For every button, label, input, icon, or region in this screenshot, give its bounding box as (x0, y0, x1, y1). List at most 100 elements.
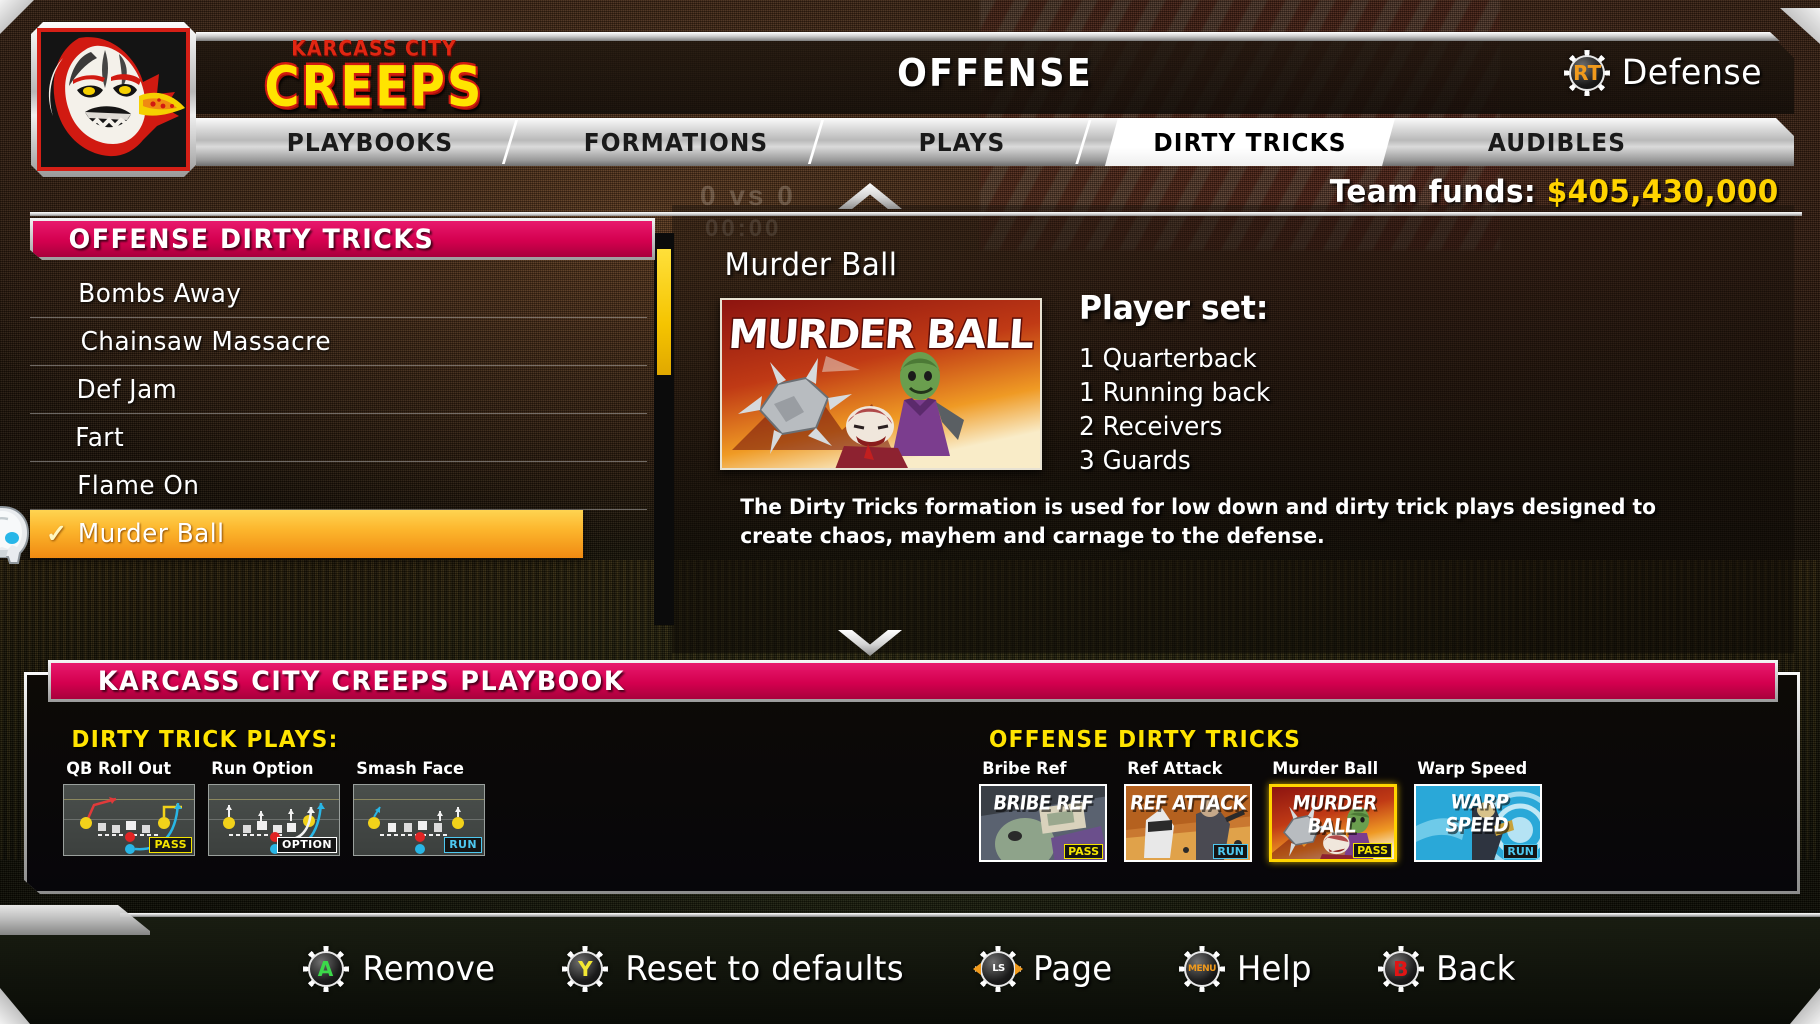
rt-glyph: RT (1573, 61, 1602, 85)
creep-clown-icon (39, 30, 189, 170)
bottom-action-bar: A Remove Y Reset to defaults LS Page MEN… (0, 905, 1820, 1024)
action-back[interactable]: B Back (1377, 946, 1518, 992)
team-funds: Team funds: $405,430,000 (1329, 174, 1778, 210)
list-item-label: Def Jam (76, 374, 178, 405)
trick-thumb-murder-ball[interactable]: MURDER BALL PASS (1269, 784, 1397, 862)
ls-glyph: LS (992, 963, 1005, 974)
trick-item-murder-ball[interactable]: Murder Ball MURDER BALL PASS (1269, 759, 1397, 862)
play-diagram-qb-roll-out[interactable]: PASS (63, 784, 195, 856)
team-logo-frame (37, 28, 190, 171)
scroll-down-chevron-icon[interactable] (838, 630, 902, 656)
player-set-list: 1 Quarterback 1 Running back 2 Receivers… (1074, 344, 1275, 481)
detail-scrollbar[interactable] (654, 233, 674, 625)
y-glyph: Y (578, 957, 593, 981)
list-item-label: Flame On (77, 470, 200, 501)
trick-item-label: Warp Speed (1417, 759, 1528, 779)
checkmark-icon: ✓ (46, 520, 67, 548)
trick-thumb-title: MURDER BALL (1291, 791, 1378, 839)
play-item-smash-face[interactable]: Smash Face RUN (353, 759, 485, 856)
playbook-panel: DIRTY TRICK PLAYS: QB Roll Out PASS Run … (24, 660, 1800, 894)
tab-plays[interactable]: PLAYS (841, 118, 1092, 166)
player-set-item: 3 Guards (1079, 445, 1191, 476)
play-item-label: Smash Face (356, 759, 464, 779)
list-item-chainsaw-massacre[interactable]: Chainsaw Massacre (30, 318, 647, 366)
action-remove[interactable]: A Remove (302, 946, 499, 992)
action-reset-to-defaults[interactable]: Y Reset to defaults (562, 946, 911, 992)
svg-text:MURDER BALL: MURDER BALL (727, 312, 1035, 358)
play-diagram-smash-face[interactable]: RUN (353, 784, 485, 856)
bottom-bar-top-rule (120, 913, 1820, 917)
tab-formations[interactable]: FORMATIONS (537, 118, 825, 166)
play-diagram-run-option[interactable]: OPTION (208, 784, 340, 856)
list-item-label: Chainsaw Massacre (80, 326, 331, 357)
tab-playbooks-label: PLAYBOOKS (286, 127, 454, 157)
tab-audibles[interactable]: AUDIBLES (1422, 118, 1692, 166)
left-panel-title: OFFENSE DIRTY TRICKS (68, 223, 435, 255)
menu-glyph: MENU (1188, 963, 1216, 974)
list-item-def-jam[interactable]: Def Jam (30, 366, 647, 414)
action-list: A Remove Y Reset to defaults LS Page MEN… (0, 933, 1820, 1005)
play-tag: OPTION (277, 837, 337, 853)
list-item-label: Fart (75, 422, 125, 453)
play-item-run-option[interactable]: Run Option OPTION (208, 759, 340, 856)
trick-item-ref-attack[interactable]: Ref Attack REF ATTACK RUN (1124, 759, 1252, 862)
list-item-label: Bombs Away (78, 278, 242, 309)
defense-label: Defense (1621, 53, 1763, 93)
list-item-murder-ball[interactable]: ✓ Murder Ball (30, 510, 583, 558)
list-item-flame-on[interactable]: Flame On (30, 462, 647, 510)
action-help-label: Help (1236, 949, 1312, 989)
trick-thumb-tag: PASS (1064, 844, 1103, 859)
list-item-label: Murder Ball (77, 519, 225, 549)
ls-stick-icon: LS (973, 946, 1024, 992)
trick-thumb-tag: PASS (1353, 843, 1392, 858)
trick-thumb-title: WARP SPEED (1443, 790, 1510, 838)
offense-dirty-tricks-panel: OFFENSE DIRTY TRICKS Bombs Away Chainsaw… (30, 218, 655, 558)
trick-item-label: Murder Ball (1272, 759, 1379, 779)
play-tag: RUN (444, 837, 482, 853)
play-tag: PASS (149, 837, 192, 853)
trick-thumb-bribe-ref[interactable]: BRIBE REF PASS (979, 784, 1107, 862)
detail-description: The Dirty Tricks formation is used for l… (740, 495, 1656, 548)
playbook-title-bar: KARCASS CITY CREEPS PLAYBOOK (48, 660, 1778, 702)
team-funds-amount: $405,430,000 (1546, 174, 1779, 210)
murder-ball-artwork: MURDER BALL MURDER BALL (720, 298, 1042, 470)
action-reset-label: Reset to defaults (625, 949, 905, 989)
header-divider-rule (30, 212, 1802, 216)
play-item-label: Run Option (211, 759, 314, 779)
trick-thumb-tag: RUN (1503, 844, 1538, 859)
tab-plays-label: PLAYS (918, 127, 1006, 157)
action-page-label: Page (1033, 949, 1113, 989)
a-button-icon: A (302, 946, 349, 992)
menu-button-icon: MENU (1179, 946, 1225, 992)
trick-thumb-ref-attack[interactable]: REF ATTACK RUN (1124, 784, 1252, 862)
action-page[interactable]: LS Page (973, 946, 1115, 992)
team-funds-label: Team funds: (1329, 174, 1536, 210)
ls-right-arrow-icon (1015, 963, 1024, 975)
defense-switch-button[interactable]: RT Defense (1564, 50, 1766, 96)
player-set-item: 2 Receivers (1079, 411, 1223, 442)
team-logo-badge (31, 22, 196, 177)
b-button-icon: B (1377, 946, 1424, 992)
detail-scrollbar-thumb[interactable] (657, 249, 671, 375)
trick-item-label: Bribe Ref (982, 759, 1067, 779)
tab-dirty-tricks[interactable]: DIRTY TRICKS (1105, 118, 1395, 166)
list-item-fart[interactable]: Fart (30, 414, 647, 462)
tab-playbooks[interactable]: PLAYBOOKS (231, 118, 519, 166)
play-item-label: QB Roll Out (66, 759, 172, 779)
play-item-qb-roll-out[interactable]: QB Roll Out PASS (63, 759, 195, 856)
trick-item-warp-speed[interactable]: Warp Speed WARP SPEED RUN (1414, 759, 1542, 862)
detail-title: Murder Ball (724, 247, 898, 283)
tab-formations-label: FORMATIONS (583, 127, 769, 157)
scroll-up-chevron-icon[interactable] (838, 183, 902, 209)
bottom-bar-left-notch (0, 905, 150, 935)
dirty-trick-plays-heading: DIRTY TRICK PLAYS: (71, 727, 339, 753)
offense-dirty-tricks-heading: OFFENSE DIRTY TRICKS (988, 727, 1302, 753)
playbook-title: KARCASS CITY CREEPS PLAYBOOK (97, 665, 626, 697)
trick-thumb-warp-speed[interactable]: WARP SPEED RUN (1414, 784, 1542, 862)
trick-thumb-title: REF ATTACK (1128, 791, 1248, 816)
play-card-row: QB Roll Out PASS Run Option OPTION Smash… (63, 759, 485, 856)
player-set-title: Player set: (1078, 288, 1269, 327)
list-item-bombs-away[interactable]: Bombs Away (30, 270, 647, 318)
action-help[interactable]: MENU Help (1179, 946, 1314, 992)
trick-item-bribe-ref[interactable]: Bribe Ref BRIBE REF PASS (979, 759, 1107, 862)
